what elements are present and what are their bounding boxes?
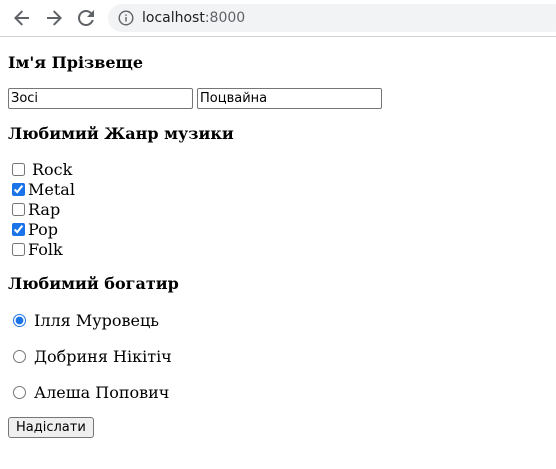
genre-label-rap: Rap (28, 199, 61, 219)
arrow-left-icon (14, 10, 29, 26)
genre-label-folk: Folk (28, 239, 63, 259)
url-text: localhost:8000 (142, 10, 245, 26)
forward-button[interactable] (42, 6, 66, 30)
genre-checkbox-rap[interactable] (12, 202, 25, 216)
reload-button[interactable] (74, 6, 98, 30)
genre-option-rock[interactable]: Rock (8, 159, 73, 179)
hero-radio-2[interactable] (13, 349, 26, 363)
last-name-input[interactable] (197, 88, 382, 109)
genre-label-pop: Pop (28, 219, 58, 239)
hero-label-1: Ілля Муровець (34, 310, 159, 330)
submit-button[interactable]: Надіслати (8, 417, 94, 438)
genre-checkbox-folk[interactable] (12, 242, 25, 256)
hero-label-3: Алеша Попович (34, 382, 170, 402)
hero-option-2[interactable]: Добриня Нікітіч (8, 346, 172, 366)
genre-option-rap[interactable]: Rap (8, 199, 61, 219)
hero-option-1[interactable]: Ілля Муровець (8, 310, 159, 330)
genre-checkbox-metal[interactable] (12, 182, 25, 196)
info-icon[interactable] (118, 10, 134, 26)
hero-radio-3[interactable] (13, 385, 26, 399)
back-button[interactable] (10, 6, 34, 30)
genre-checkbox-pop[interactable] (12, 222, 25, 236)
genre-heading: Любимий Жанр музики (8, 124, 234, 143)
genre-option-metal[interactable]: Metal (8, 179, 75, 199)
hero-label-2: Добриня Нікітіч (34, 346, 172, 366)
url-host: localhost (142, 10, 205, 26)
url-port: :8000 (204, 10, 246, 26)
address-bar[interactable]: localhost:8000 (108, 4, 556, 32)
genre-label-rock: Rock (32, 159, 73, 179)
genre-checkbox-rock[interactable] (12, 162, 25, 176)
genre-label-metal: Metal (28, 179, 75, 199)
arrow-right-icon (47, 10, 62, 26)
hero-option-3[interactable]: Алеша Попович (8, 382, 170, 402)
name-heading: Ім'я Прізвеще (8, 53, 144, 72)
browser-toolbar: localhost:8000 (0, 0, 556, 37)
genre-option-pop[interactable]: Pop (8, 219, 58, 239)
reload-icon (78, 10, 94, 26)
hero-heading: Любимий богатир (8, 274, 179, 293)
first-name-input[interactable] (8, 88, 193, 109)
hero-radio-1[interactable] (13, 313, 26, 327)
genre-option-folk[interactable]: Folk (8, 239, 63, 259)
